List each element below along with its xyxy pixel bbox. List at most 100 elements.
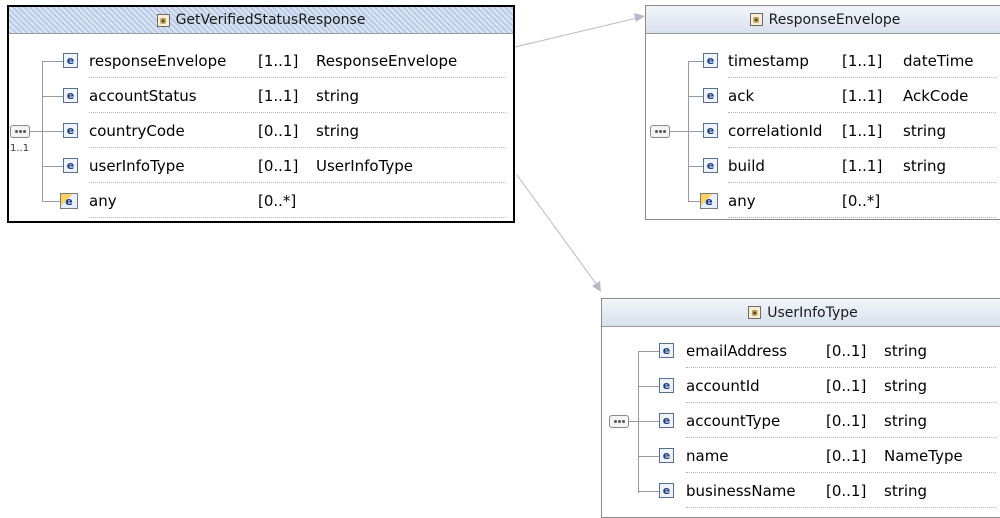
- element-name: build: [728, 157, 765, 175]
- box-header: ▣ ResponseEnvelope: [646, 6, 1000, 34]
- tree-line: [42, 61, 63, 62]
- element-icon: e: [63, 88, 78, 103]
- element-multiplicity: [1..1]: [842, 122, 883, 140]
- tree-line: [638, 351, 659, 352]
- element-name: userInfoType: [89, 157, 185, 175]
- row-separator: [686, 367, 996, 368]
- element-name: accountId: [686, 377, 760, 395]
- any-element-icon: e: [60, 193, 78, 209]
- element-multiplicity: [1..1]: [842, 87, 883, 105]
- element-name: name: [686, 447, 729, 465]
- sequence-icon[interactable]: [650, 125, 670, 138]
- element-icon: e: [63, 123, 78, 138]
- row-separator: [89, 77, 506, 78]
- element-icon: e: [659, 483, 674, 498]
- element-icon: e: [703, 158, 718, 173]
- row-separator: [728, 77, 996, 78]
- element-name: any: [89, 192, 117, 210]
- element-name: countryCode: [89, 122, 185, 140]
- row-separator: [89, 217, 506, 218]
- element-type: UserInfoType: [316, 157, 414, 175]
- row-separator: [686, 507, 996, 508]
- complex-type-icon: ▣: [749, 13, 763, 26]
- element-type: NameType: [884, 447, 963, 465]
- sequence-icon[interactable]: [609, 415, 629, 428]
- tree-line: [638, 456, 659, 457]
- element-name: businessName: [686, 482, 796, 500]
- element-type: string: [884, 342, 928, 360]
- element-type: string: [903, 122, 947, 140]
- tree-line: [688, 166, 703, 167]
- element-icon: e: [703, 88, 718, 103]
- element-name: timestamp: [728, 52, 809, 70]
- tree-line: [638, 491, 659, 492]
- element-multiplicity: [1..1]: [842, 157, 883, 175]
- complex-type-icon: ▣: [748, 306, 762, 319]
- row-separator: [89, 182, 506, 183]
- complex-type-icon: ▣: [156, 13, 170, 27]
- element-multiplicity: [1..1]: [258, 52, 299, 70]
- connector-user-info-type: [516, 174, 601, 292]
- row-separator: [686, 472, 996, 473]
- element-type: string: [316, 122, 360, 140]
- element-type: string: [884, 412, 928, 430]
- row-separator: [89, 112, 506, 113]
- element-type: AckCode: [903, 87, 969, 105]
- element-multiplicity: [0..1]: [826, 412, 867, 430]
- element-name: responseEnvelope: [89, 52, 227, 70]
- row-separator: [686, 437, 996, 438]
- element-icon: e: [703, 53, 718, 68]
- element-icon: e: [659, 343, 674, 358]
- row-separator: [728, 217, 996, 218]
- tree-line: [638, 386, 659, 387]
- row-separator: [728, 147, 996, 148]
- tree-line: [688, 61, 703, 62]
- tree-line: [629, 421, 638, 422]
- tree-line: [670, 131, 688, 132]
- any-element-icon: e: [700, 193, 718, 209]
- element-name: ack: [728, 87, 755, 105]
- tree-line: [638, 421, 659, 422]
- element-icon: e: [63, 53, 78, 68]
- row-separator: [686, 402, 996, 403]
- element-name: accountType: [686, 412, 781, 430]
- row-separator: [89, 147, 506, 148]
- element-multiplicity: [0..1]: [258, 122, 299, 140]
- box-header: ▣ GetVerifiedStatusResponse: [9, 7, 513, 34]
- element-multiplicity: [0..1]: [826, 447, 867, 465]
- tree-line: [638, 351, 639, 493]
- element-type: string: [884, 482, 928, 500]
- element-type: dateTime: [903, 52, 974, 70]
- element-type: string: [884, 377, 928, 395]
- element-multiplicity: [0..1]: [826, 482, 867, 500]
- sequence-icon[interactable]: [10, 125, 30, 138]
- row-separator: [728, 182, 996, 183]
- element-multiplicity: [0..*]: [258, 192, 297, 210]
- element-multiplicity: [0..1]: [258, 157, 299, 175]
- element-icon: e: [659, 378, 674, 393]
- box-title: ResponseEnvelope: [768, 11, 901, 28]
- box-title: UserInfoType: [767, 304, 858, 321]
- tree-line: [688, 96, 703, 97]
- element-icon: e: [703, 123, 718, 138]
- element-name: accountStatus: [89, 87, 197, 105]
- box-header: ▣ UserInfoType: [602, 299, 1000, 327]
- element-multiplicity: [0..1]: [826, 377, 867, 395]
- element-type: ResponseEnvelope: [316, 52, 458, 70]
- element-multiplicity: [1..1]: [842, 52, 883, 70]
- element-name: correlationId: [728, 122, 823, 140]
- element-type: string: [316, 87, 360, 105]
- element-name: emailAddress: [686, 342, 788, 360]
- element-multiplicity: [0..1]: [826, 342, 867, 360]
- box-title: GetVerifiedStatusResponse: [175, 12, 366, 28]
- element-icon: e: [659, 413, 674, 428]
- sequence-multiplicity: 1..1: [10, 143, 30, 154]
- tree-line: [42, 131, 63, 132]
- element-name: any: [728, 192, 756, 210]
- tree-line: [30, 131, 42, 132]
- element-icon: e: [659, 448, 674, 463]
- row-separator: [728, 112, 996, 113]
- tree-line: [688, 131, 703, 132]
- connector-response-envelope: [514, 13, 645, 48]
- element-icon: e: [63, 158, 78, 173]
